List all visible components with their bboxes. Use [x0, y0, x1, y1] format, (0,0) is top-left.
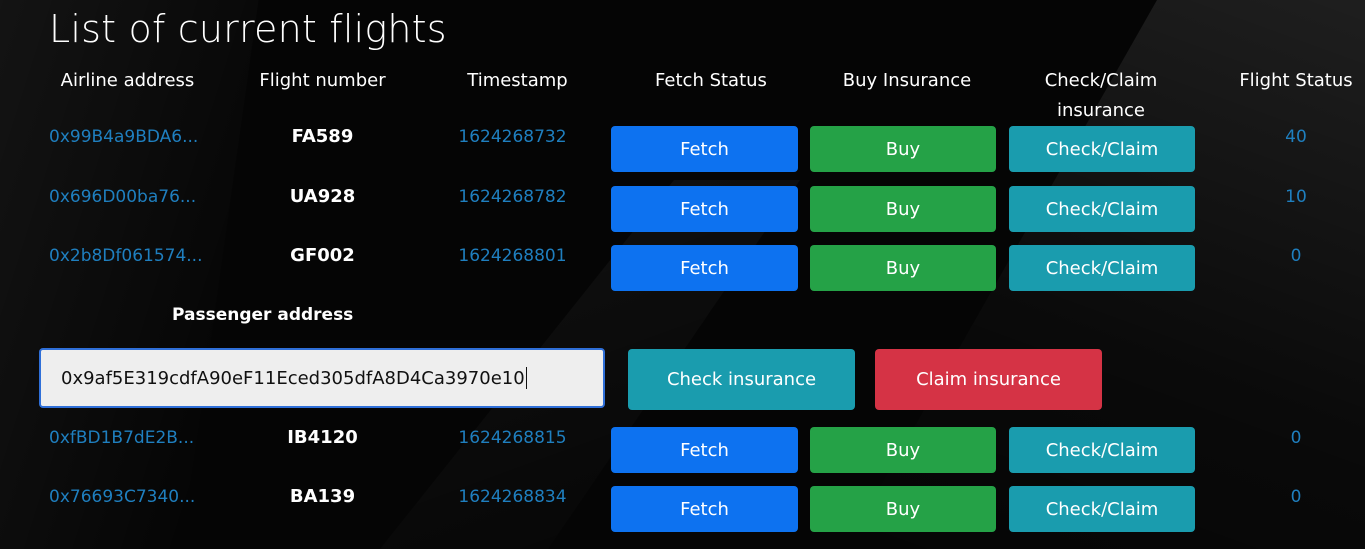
- flight-number: GF002: [290, 245, 355, 266]
- flight-status-value: 0: [1290, 246, 1302, 266]
- flight-number: BA139: [289, 486, 356, 507]
- fetch-button[interactable]: Fetch: [611, 186, 798, 232]
- fetch-button[interactable]: Fetch: [611, 486, 798, 532]
- timestamp-link[interactable]: 1624268815: [420, 427, 605, 449]
- header-airline-address: Airline address: [60, 70, 195, 91]
- passenger-address-input[interactable]: 0x9af5E319cdfA90eF11Eced305dfA8D4Ca3970e…: [39, 348, 605, 408]
- flight-status-value: 0: [1290, 487, 1302, 507]
- check-claim-button[interactable]: Check/Claim: [1009, 126, 1195, 172]
- airline-address-link[interactable]: 0x76693C7340...: [49, 486, 195, 508]
- check-claim-button[interactable]: Check/Claim: [1009, 486, 1195, 532]
- flight-status-value: 10: [1285, 187, 1307, 207]
- buy-button[interactable]: Buy: [810, 245, 996, 291]
- airline-address-link[interactable]: 0x2b8Df061574...: [49, 245, 202, 267]
- header-check-claim-line2: insurance: [1056, 100, 1145, 121]
- table-row: 0xfBD1B7dE2B... IB4120 1624268815 Fetch …: [0, 427, 1365, 477]
- check-claim-button[interactable]: Check/Claim: [1009, 245, 1195, 291]
- flight-number: FA589: [291, 126, 354, 147]
- table-row: 0x99B4a9BDA6... FA589 1624268732 Fetch B…: [0, 126, 1365, 176]
- fetch-button[interactable]: Fetch: [611, 245, 798, 291]
- header-check-claim: Check/Claim insurance: [1005, 66, 1197, 126]
- timestamp-link[interactable]: 1624268732: [420, 126, 605, 148]
- timestamp-link[interactable]: 1624268801: [420, 245, 605, 267]
- flight-status-value: 0: [1290, 428, 1302, 448]
- fetch-button[interactable]: Fetch: [611, 427, 798, 473]
- buy-button[interactable]: Buy: [810, 126, 996, 172]
- header-flight-status: Flight Status: [1239, 70, 1353, 91]
- claim-insurance-button[interactable]: Claim insurance: [875, 349, 1102, 410]
- airline-address-link[interactable]: 0xfBD1B7dE2B...: [49, 427, 194, 449]
- check-insurance-button[interactable]: Check insurance: [628, 349, 855, 410]
- timestamp-link[interactable]: 1624268834: [420, 486, 605, 508]
- header-flight-number: Flight number: [259, 70, 386, 91]
- flight-status-value: 40: [1285, 127, 1307, 147]
- table-row: 0x696D00ba76... UA928 1624268782 Fetch B…: [0, 186, 1365, 236]
- timestamp-link[interactable]: 1624268782: [420, 186, 605, 208]
- text-caret: [525, 367, 527, 389]
- fetch-button[interactable]: Fetch: [611, 126, 798, 172]
- page-title: List of current flights: [49, 7, 447, 51]
- header-fetch-status: Fetch Status: [655, 70, 767, 91]
- flight-number: IB4120: [287, 427, 358, 448]
- buy-button[interactable]: Buy: [810, 427, 996, 473]
- passenger-address-value: 0x9af5E319cdfA90eF11Eced305dfA8D4Ca3970e…: [61, 367, 525, 389]
- check-claim-button[interactable]: Check/Claim: [1009, 186, 1195, 232]
- buy-button[interactable]: Buy: [810, 486, 996, 532]
- header-timestamp: Timestamp: [467, 70, 568, 91]
- buy-button[interactable]: Buy: [810, 186, 996, 232]
- header-check-claim-line1: Check/Claim: [1044, 70, 1158, 91]
- table-row: 0x2b8Df061574... GF002 1624268801 Fetch …: [0, 245, 1365, 295]
- check-claim-button[interactable]: Check/Claim: [1009, 427, 1195, 473]
- table-row: 0x76693C7340... BA139 1624268834 Fetch B…: [0, 486, 1365, 536]
- passenger-address-label: Passenger address: [172, 305, 354, 325]
- airline-address-link[interactable]: 0x99B4a9BDA6...: [49, 126, 198, 148]
- airline-address-link[interactable]: 0x696D00ba76...: [49, 186, 196, 208]
- flight-number: UA928: [289, 186, 356, 207]
- header-buy-insurance: Buy Insurance: [842, 70, 972, 91]
